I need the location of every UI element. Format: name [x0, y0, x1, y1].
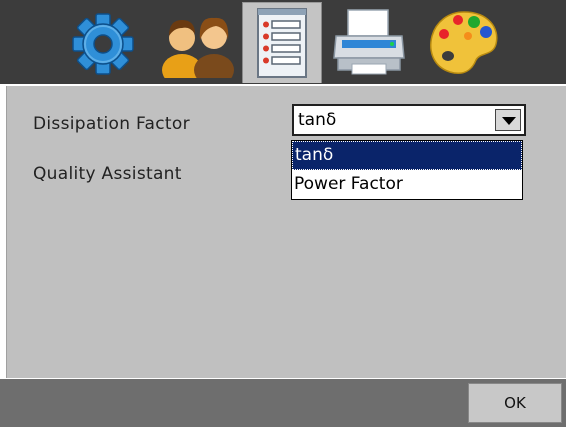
- settings-panel: Dissipation Factor Quality Assistant tan…: [6, 86, 566, 378]
- dissipation-factor-label: Dissipation Factor: [33, 114, 190, 134]
- dropdown-option-tan-delta[interactable]: tanδ: [292, 141, 522, 170]
- printer-icon: [333, 9, 405, 75]
- combobox-value: tanδ: [298, 110, 337, 130]
- dissipation-factor-dropdown-list: tanδ Power Factor: [291, 140, 523, 200]
- footer-bar: OK: [0, 379, 566, 427]
- dropdown-option-power-factor[interactable]: Power Factor: [292, 170, 522, 199]
- users-icon: [162, 17, 234, 78]
- ok-button[interactable]: OK: [468, 383, 562, 423]
- gear-icon: [72, 13, 134, 75]
- print-tab-button[interactable]: [330, 2, 408, 82]
- users-tab-button[interactable]: [160, 2, 238, 82]
- settings-tab-button[interactable]: [64, 2, 142, 82]
- quality-assistant-label: Quality Assistant: [33, 164, 182, 184]
- dissipation-factor-combobox[interactable]: tanδ: [292, 104, 526, 136]
- checklist-icon: [257, 8, 307, 78]
- appearance-tab-button[interactable]: [424, 2, 502, 82]
- chevron-down-icon[interactable]: [495, 109, 521, 131]
- palette-icon: [430, 11, 498, 74]
- parameters-tab-button[interactable]: [242, 2, 322, 83]
- toolbar: [0, 0, 566, 84]
